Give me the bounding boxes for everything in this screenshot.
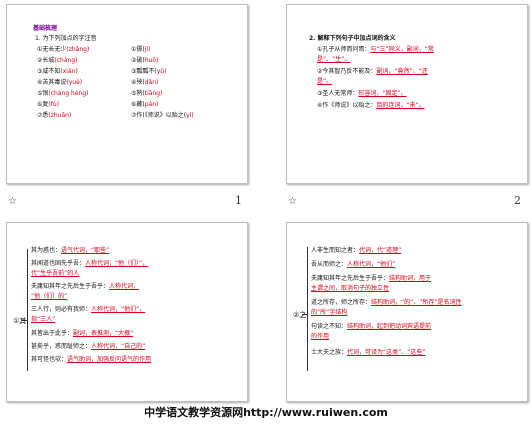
slide-thumbnail-3[interactable]: ①其 其为惑也：语气代词，“那些” 其闻道也固先乎吾：人称代词，“他（们）”， … (6, 222, 248, 402)
list-item: 夫庸知其年之先后生于吾乎：结构助词，用于 (311, 275, 432, 282)
list-item: ①无长无少(zhǎng) (37, 46, 90, 53)
list-item: 的“所”字结构 (311, 309, 348, 316)
slide-heading: 1. 为下列加点的字注音 (35, 35, 97, 42)
list-item: 是”。 (317, 78, 333, 85)
list-item: ④苦其毒说(yuè) (37, 79, 83, 86)
list-item: ⑤熟(tiāng) (131, 90, 163, 97)
list-item: ③瓢瓢不(yǔ) (131, 68, 167, 75)
list-item: 夫庸知其年之先后生于吾乎：人称代词， (31, 283, 140, 290)
list-item: 的作用 (311, 333, 330, 340)
list-item: ⑤恨(chàng hèng) (37, 90, 89, 97)
slide-transition-star-icon[interactable]: ☆ (8, 196, 17, 207)
brace-tick (22, 320, 27, 321)
list-item: ①掷(jì) (131, 46, 151, 53)
slide-title: 基础梳理 (33, 25, 58, 32)
slide-number: 1 (235, 194, 242, 207)
list-item: 吾从而师之：人称代词，“他们” (311, 261, 396, 268)
list-item: 道之所存，师之所存：结构助词，“的”、“所存”是名词性 (311, 299, 462, 306)
list-item: ④殃(dǎn) (131, 79, 159, 86)
brace-label: ②之 (293, 311, 307, 319)
brace-label: ①其 (13, 317, 27, 325)
list-item: ②今其智乃反不能及：副词，“竟然”、“还 (317, 68, 428, 75)
list-item: ⑥藏(pán) (131, 101, 159, 108)
list-item: ①孔子从师而问焉：与“三”同义，副词，“常 (317, 46, 434, 53)
list-item: 指“三人” (31, 316, 56, 323)
list-item: 其闻道也固先乎吾：人称代词，“他（们）”， (31, 260, 149, 267)
slide-thumbnail-1[interactable]: 基础梳理 1. 为下列加点的字注音 ①无长无少(zhǎng) ②长城(cháng… (6, 4, 248, 184)
list-item: 其可怪也欤：语气助词，加强反问语气的作用 (31, 356, 152, 363)
list-item: ②破(huō) (131, 57, 159, 64)
slide-thumbnail-2[interactable]: 2. 解释下列句子中加点词的含义 ①孔子从师而问焉：与“三”同义，副词，“常 是… (286, 4, 528, 184)
list-item: ⑥复(fù) (37, 101, 59, 108)
slide-transition-star-icon[interactable]: ☆ (288, 196, 297, 207)
site-footer-watermark: 中学语文教学资源网http://www.ruiwen.com (144, 406, 388, 419)
list-item: 三人行，则必有我师：人称代词，“他们”， (31, 306, 146, 313)
list-item: ③圣人无常师：形容词，“固定”。 (317, 90, 407, 97)
slide-number: 2 (514, 194, 521, 207)
brace-tick (302, 314, 307, 315)
list-item: ⑦悉(zhuān) (37, 112, 72, 119)
list-item: 句读之不知：结构助词，起到把动词宾语提前 (311, 323, 432, 330)
list-item: 士大夫之族：代词，可译为“这类”、“这些” (311, 349, 426, 356)
list-item: 甚矣乎，惑而耻师之：人称代词，“自己的” (31, 343, 146, 350)
list-item: “他（们）的” (31, 293, 68, 300)
list-item: 代“生乎吾前”的人 (31, 270, 80, 277)
list-item: 人非生而知之者：代词，代“道理” (311, 247, 402, 254)
list-item: 其为惑也：语气代词，“那些” (31, 247, 110, 254)
list-item: ④作《师说》以贻之：目的连词，“来”。 (317, 102, 425, 109)
slide-heading: 2. 解释下列句子中加点词的含义 (309, 35, 396, 42)
brace-line (27, 249, 28, 371)
list-item: ⑦作(《师说》以贻之(yí) (131, 112, 194, 119)
list-item: 是”、“生”。 (317, 56, 351, 63)
brace-line (307, 247, 308, 371)
list-item: ②长城(cháng) (37, 57, 78, 64)
list-item: ③咸不知(xián) (37, 68, 78, 75)
list-item: 主谓之间，取消句子的独立性 (311, 285, 390, 292)
slide-thumbnail-4[interactable]: ②之 人非生而知之者：代词，代“道理” 吾从而师之：人称代词，“他们” 夫庸知其… (286, 222, 528, 402)
list-item: 其皆出于此乎：副词，表推测，“大概” (31, 330, 134, 337)
